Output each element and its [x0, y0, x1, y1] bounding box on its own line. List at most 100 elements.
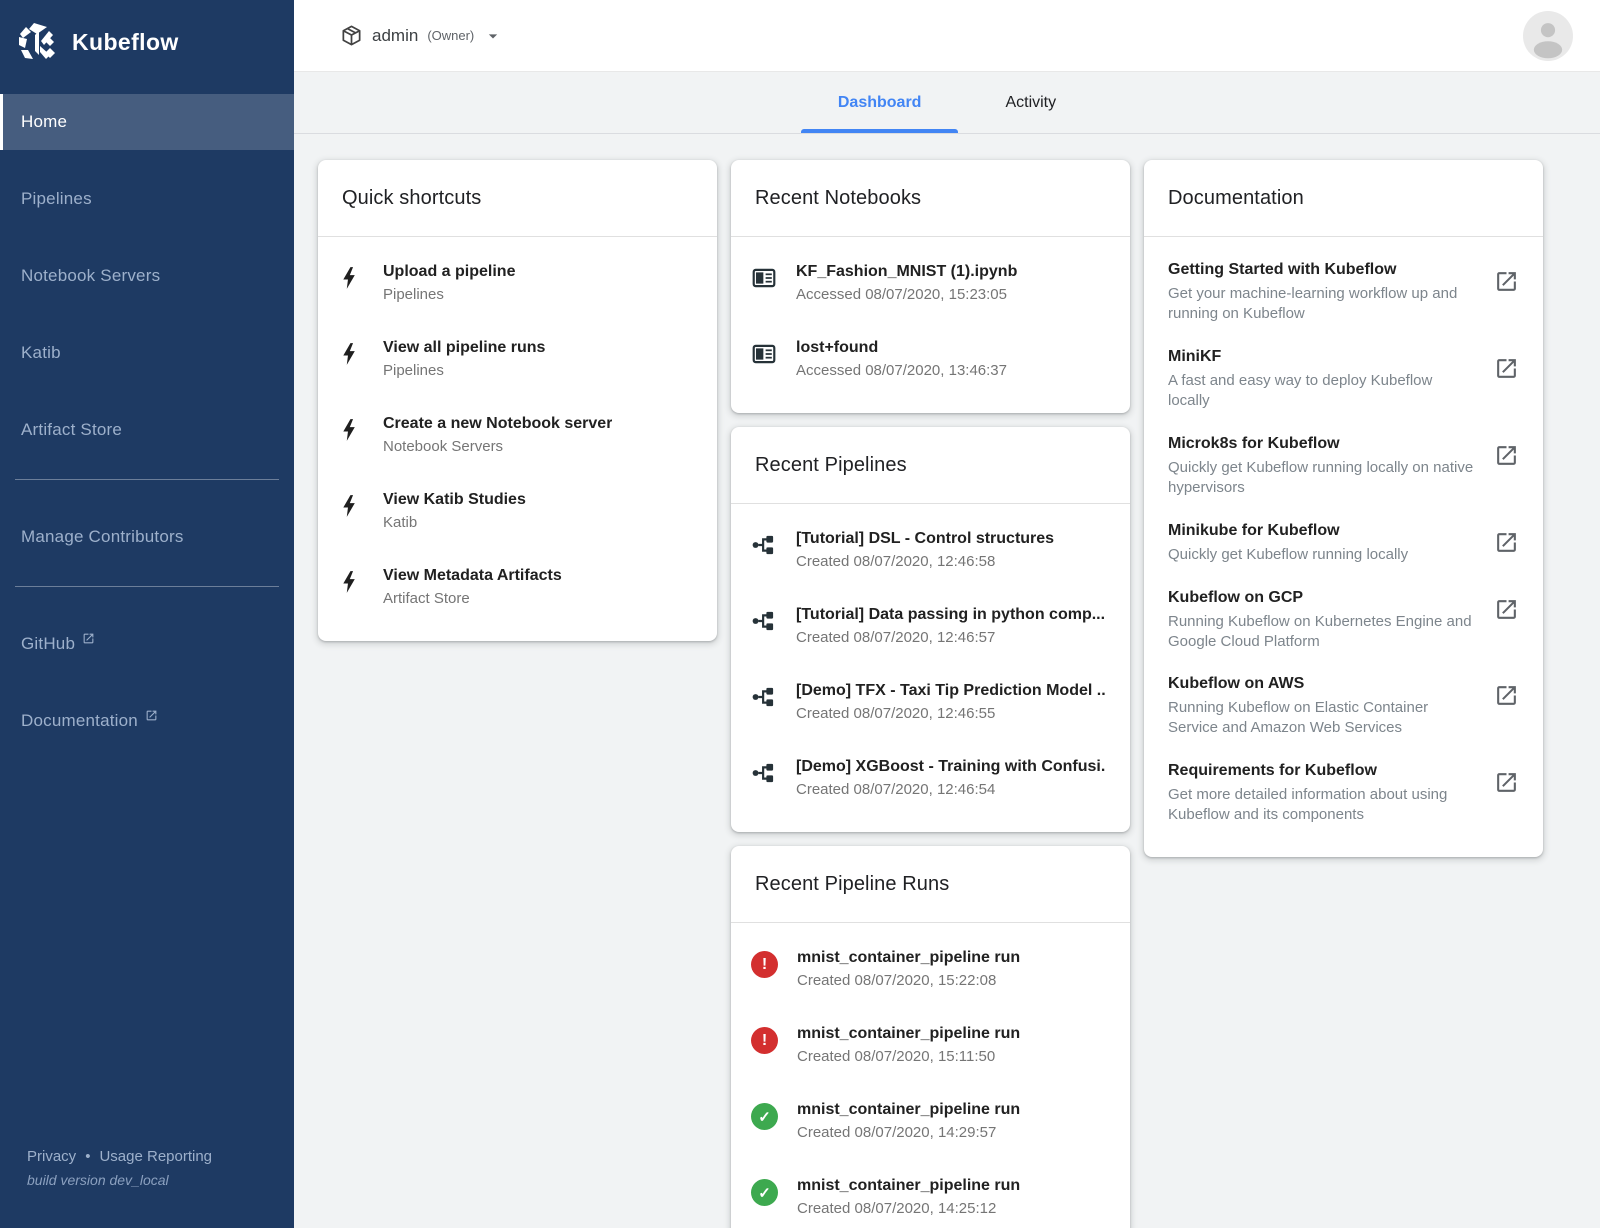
sidebar-external-link[interactable]: Documentation [0, 693, 294, 749]
shortcut-subtitle: Notebook Servers [383, 438, 612, 455]
documentation-item[interactable]: MiniKF A fast and easy way to deploy Kub… [1144, 336, 1543, 423]
run-status-icon [751, 1179, 778, 1206]
shortcut-subtitle: Pipelines [383, 362, 545, 379]
item-text: Requirements for Kubeflow Get more detai… [1168, 762, 1494, 825]
doc-title: Minikube for Kubeflow [1168, 522, 1478, 540]
notebook-item[interactable]: KF_Fashion_MNIST (1).ipynb Accessed 08/0… [731, 245, 1130, 321]
external-link-icon[interactable] [1494, 530, 1519, 555]
doc-description: Get more detailed information about usin… [1168, 785, 1478, 825]
pipeline-item[interactable]: [Tutorial] DSL - Control structures Crea… [731, 512, 1130, 588]
notebook-subtitle: Accessed 08/07/2020, 15:23:05 [796, 286, 1017, 303]
tab[interactable]: Dashboard [796, 72, 964, 133]
namespace-selector[interactable]: admin (Owner) [340, 24, 503, 47]
pipeline-icon [751, 532, 777, 558]
quick-shortcut-item[interactable]: View all pipeline runs Pipelines [318, 321, 717, 397]
pipeline-icon [751, 608, 777, 634]
documentation-item[interactable]: Minikube for Kubeflow Quickly get Kubefl… [1144, 510, 1543, 577]
quick-shortcuts-list: Upload a pipeline Pipelines View all pip… [318, 237, 717, 641]
card-title: Quick shortcuts [318, 160, 717, 237]
pipeline-title: [Demo] XGBoost - Training with Confusi..… [796, 758, 1106, 776]
external-link-icon[interactable] [1494, 269, 1519, 294]
pipeline-run-item[interactable]: mnist_container_pipeline run Created 08/… [731, 1083, 1130, 1159]
run-status-icon [751, 1027, 778, 1054]
item-text: Create a new Notebook server Notebook Se… [383, 415, 612, 455]
documentation-item[interactable]: Microk8s for Kubeflow Quickly get Kubefl… [1144, 423, 1543, 510]
doc-description: Get your machine-learning workflow up an… [1168, 284, 1478, 324]
item-text: [Tutorial] DSL - Control structures Crea… [796, 530, 1054, 570]
item-text: Microk8s for Kubeflow Quickly get Kubefl… [1168, 435, 1494, 498]
run-subtitle: Created 08/07/2020, 15:11:50 [797, 1048, 1020, 1065]
run-title: mnist_container_pipeline run [797, 1177, 1020, 1195]
card-title: Recent Notebooks [731, 160, 1130, 237]
doc-title: Getting Started with Kubeflow [1168, 261, 1478, 279]
item-text: Kubeflow on AWS Running Kubeflow on Elas… [1168, 675, 1494, 738]
build-version: build version dev_local [27, 1172, 212, 1188]
item-text: Kubeflow on GCP Running Kubeflow on Kube… [1168, 589, 1494, 652]
pipeline-run-item[interactable]: mnist_container_pipeline run Created 08/… [731, 1159, 1130, 1228]
sidebar-nav: Home Pipelines Notebook Servers Katib Ar… [0, 94, 294, 458]
sidebar-external-link[interactable]: GitHub [0, 616, 294, 672]
doc-title: Requirements for Kubeflow [1168, 762, 1478, 780]
sidebar: Kubeflow Home Pipelines Notebook Servers… [0, 0, 294, 1228]
sidebar-divider [15, 586, 279, 587]
external-link-icon[interactable] [1494, 597, 1519, 622]
sidebar-nav-item[interactable]: Home [0, 94, 294, 150]
main-area: admin (Owner) Dashboard Activity Quick s… [294, 0, 1600, 1228]
doc-description: Quickly get Kubeflow running locally on … [1168, 458, 1478, 498]
notebook-item[interactable]: lost+found Accessed 08/07/2020, 13:46:37 [731, 321, 1130, 397]
doc-title: Kubeflow on AWS [1168, 675, 1478, 693]
sidebar-nav-item[interactable]: Pipelines [0, 171, 294, 227]
sidebar-nav-item[interactable]: Notebook Servers [0, 248, 294, 304]
pipeline-item[interactable]: [Tutorial] Data passing in python comp..… [731, 588, 1130, 664]
pipeline-subtitle: Created 08/07/2020, 12:46:57 [796, 629, 1105, 646]
external-link-icon[interactable] [1494, 683, 1519, 708]
quick-shortcut-item[interactable]: Upload a pipeline Pipelines [318, 245, 717, 321]
item-text: View Katib Studies Katib [383, 491, 526, 531]
external-link-icon[interactable] [1494, 356, 1519, 381]
sidebar-nav-item[interactable]: Artifact Store [0, 402, 294, 458]
pipeline-run-item[interactable]: mnist_container_pipeline run Created 08/… [731, 931, 1130, 1007]
quick-shortcut-item[interactable]: View Metadata Artifacts Artifact Store [318, 549, 717, 625]
bolt-icon [338, 417, 364, 443]
pipeline-subtitle: Created 08/07/2020, 12:46:58 [796, 553, 1054, 570]
documentation-item[interactable]: Kubeflow on GCP Running Kubeflow on Kube… [1144, 577, 1543, 664]
card-title: Recent Pipelines [731, 427, 1130, 504]
package-icon [340, 24, 363, 47]
recent-notebooks-list: KF_Fashion_MNIST (1).ipynb Accessed 08/0… [731, 237, 1130, 413]
bolt-icon [338, 569, 364, 595]
sidebar-nav-item[interactable]: Katib [0, 325, 294, 381]
documentation-item[interactable]: Requirements for Kubeflow Get more detai… [1144, 750, 1543, 837]
item-text: [Demo] TFX - Taxi Tip Prediction Model .… [796, 682, 1106, 722]
usage-reporting-link[interactable]: Usage Reporting [99, 1148, 212, 1165]
documentation-item[interactable]: Kubeflow on AWS Running Kubeflow on Elas… [1144, 663, 1543, 750]
recent-pipelines-list: [Tutorial] DSL - Control structures Crea… [731, 504, 1130, 832]
external-link-icon [145, 709, 158, 722]
sidebar-external-links: GitHub Documentation [0, 616, 294, 749]
external-link-icon[interactable] [1494, 770, 1519, 795]
external-link-icon[interactable] [1494, 443, 1519, 468]
pipeline-title: [Tutorial] Data passing in python comp..… [796, 606, 1105, 624]
pipeline-item[interactable]: [Demo] TFX - Taxi Tip Prediction Model .… [731, 664, 1130, 740]
run-title: mnist_container_pipeline run [797, 1025, 1020, 1043]
doc-description: A fast and easy way to deploy Kubeflow l… [1168, 371, 1478, 411]
privacy-link[interactable]: Privacy [27, 1148, 76, 1165]
recent-pipeline-runs-card: Recent Pipeline Runs mnist_container_pip… [731, 846, 1130, 1228]
sidebar-item-manage-contributors[interactable]: Manage Contributors [0, 509, 294, 565]
documentation-list: Getting Started with Kubeflow Get your m… [1144, 237, 1543, 857]
item-text: Minikube for Kubeflow Quickly get Kubefl… [1168, 522, 1494, 565]
item-text: View Metadata Artifacts Artifact Store [383, 567, 562, 607]
pipeline-subtitle: Created 08/07/2020, 12:46:55 [796, 705, 1106, 722]
run-status-icon [751, 951, 778, 978]
tab[interactable]: Activity [963, 72, 1098, 133]
pipeline-run-item[interactable]: mnist_container_pipeline run Created 08/… [731, 1007, 1130, 1083]
app-logo[interactable]: Kubeflow [0, 0, 294, 84]
quick-shortcut-item[interactable]: Create a new Notebook server Notebook Se… [318, 397, 717, 473]
avatar[interactable] [1523, 11, 1573, 61]
pipeline-item[interactable]: [Demo] XGBoost - Training with Confusi..… [731, 740, 1130, 816]
column-middle: Recent Notebooks [731, 160, 1130, 1228]
quick-shortcut-item[interactable]: View Katib Studies Katib [318, 473, 717, 549]
documentation-item[interactable]: Getting Started with Kubeflow Get your m… [1144, 249, 1543, 336]
sidebar-footer: Privacy • Usage Reporting build version … [27, 1148, 212, 1188]
doc-description: Running Kubeflow on Kubernetes Engine an… [1168, 612, 1478, 652]
sidebar-manage-section: Manage Contributors [0, 509, 294, 565]
